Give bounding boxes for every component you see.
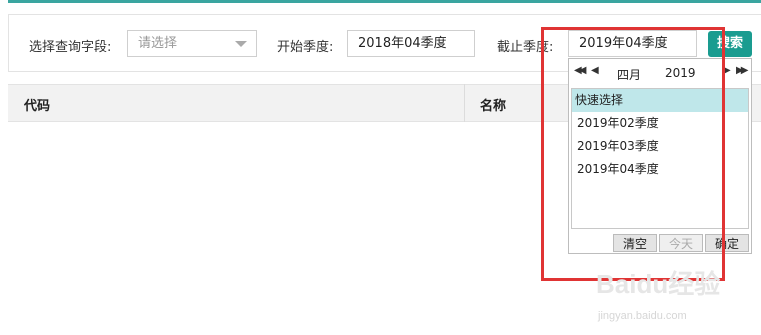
watermark-logo: Baidu经验 bbox=[596, 269, 721, 299]
field-select-label: 选择查询字段: bbox=[29, 40, 112, 55]
confirm-button[interactable]: 确定 bbox=[705, 234, 749, 252]
quick-option-2019q2[interactable]: 2019年02季度 bbox=[572, 112, 748, 135]
column-divider bbox=[464, 84, 465, 122]
chevron-down-icon bbox=[235, 41, 247, 47]
top-accent-line bbox=[8, 0, 761, 3]
picker-month[interactable]: 四月 bbox=[617, 66, 641, 83]
start-quarter-input[interactable]: 2018年04季度 bbox=[347, 30, 475, 57]
watermark: Baidu经验 jingyan.baidu.com bbox=[578, 262, 728, 330]
quarter-picker-popup: ◀◀ ◀ 四月 2019 ▶ ▶▶ 快速选择 2019年02季度 2019年03… bbox=[568, 58, 752, 254]
prev-year-icon[interactable]: ◀◀ bbox=[574, 65, 587, 76]
prev-month-icon[interactable]: ◀ bbox=[591, 65, 599, 76]
next-year-icon[interactable]: ▶▶ bbox=[736, 65, 749, 76]
end-quarter-value: 2019年04季度 bbox=[579, 36, 668, 51]
column-header-name: 名称 bbox=[480, 99, 507, 114]
watermark-url: jingyan.baidu.com bbox=[598, 310, 687, 322]
picker-year[interactable]: 2019 bbox=[665, 66, 696, 80]
quick-select-header: 快速选择 bbox=[572, 89, 748, 112]
clear-button[interactable]: 清空 bbox=[613, 234, 657, 252]
field-select[interactable]: 请选择 bbox=[127, 30, 257, 57]
next-month-icon[interactable]: ▶ bbox=[723, 65, 731, 76]
start-quarter-value: 2018年04季度 bbox=[358, 36, 447, 51]
quick-option-2019q3[interactable]: 2019年03季度 bbox=[572, 135, 748, 158]
quick-option-2019q4[interactable]: 2019年04季度 bbox=[572, 158, 748, 181]
start-quarter-label: 开始季度: bbox=[277, 40, 334, 55]
end-quarter-input[interactable]: 2019年04季度 bbox=[568, 30, 697, 57]
quick-select-list: 快速选择 2019年02季度 2019年03季度 2019年04季度 bbox=[571, 88, 749, 229]
field-select-placeholder: 请选择 bbox=[138, 36, 178, 51]
search-button[interactable]: 搜索 bbox=[708, 31, 752, 57]
column-header-code: 代码 bbox=[24, 99, 51, 114]
today-button[interactable]: 今天 bbox=[659, 234, 703, 252]
end-quarter-label: 截止季度: bbox=[497, 40, 554, 55]
